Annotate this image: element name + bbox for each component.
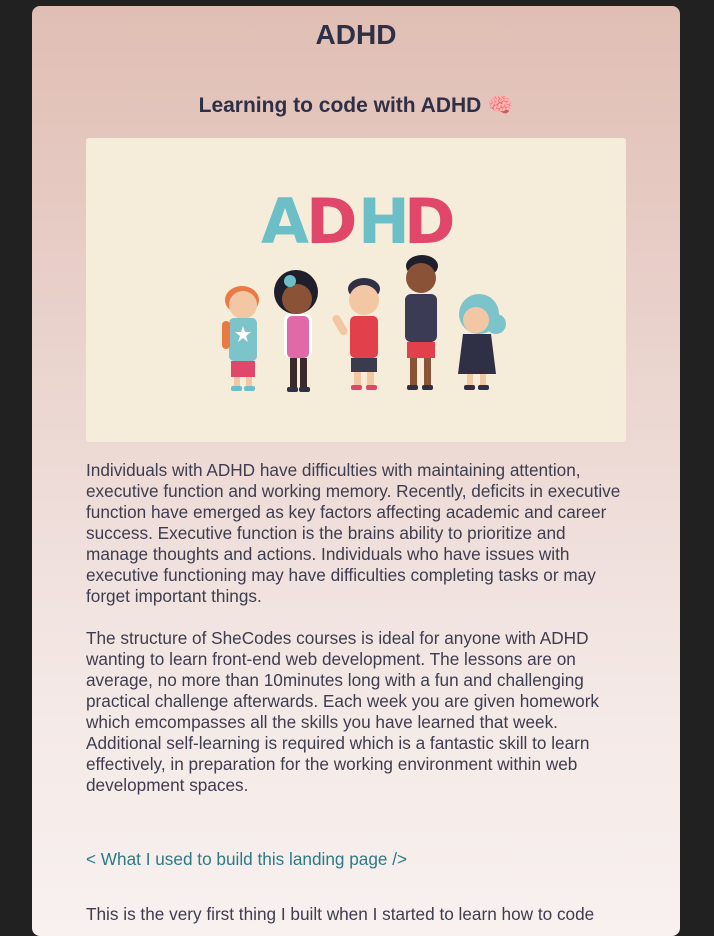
- brain-icon: 🧠: [487, 94, 514, 117]
- shecodes-paragraph: The structure of SheCodes courses is ide…: [86, 628, 600, 795]
- subtitle-text: Learning to code with ADHD: [198, 94, 482, 117]
- hero-letter-a: A: [261, 185, 309, 258]
- kid-2-icon: [274, 270, 318, 392]
- hero-letter-d1: D: [306, 185, 357, 258]
- intro-paragraph: Individuals with ADHD have difficulties …: [86, 460, 621, 606]
- kid-5-icon: [458, 294, 506, 390]
- page-title: ADHD: [315, 19, 397, 50]
- hero-letter-h: H: [358, 185, 410, 258]
- kid-1-icon: [222, 286, 259, 391]
- build-tools-link[interactable]: < What I used to build this landing page…: [86, 849, 407, 870]
- page-subtitle: Learning to code with ADHD 🧠: [32, 94, 680, 118]
- kid-4-icon: [405, 255, 438, 390]
- hero-letter-d2: D: [404, 185, 455, 258]
- kid-3-icon: [332, 278, 380, 390]
- landing-card: ADHD Learning to code with ADHD 🧠 A D H …: [32, 6, 680, 936]
- adhd-illustration: A D H D: [86, 138, 626, 442]
- kids-illustration-svg: A D H D: [222, 185, 506, 392]
